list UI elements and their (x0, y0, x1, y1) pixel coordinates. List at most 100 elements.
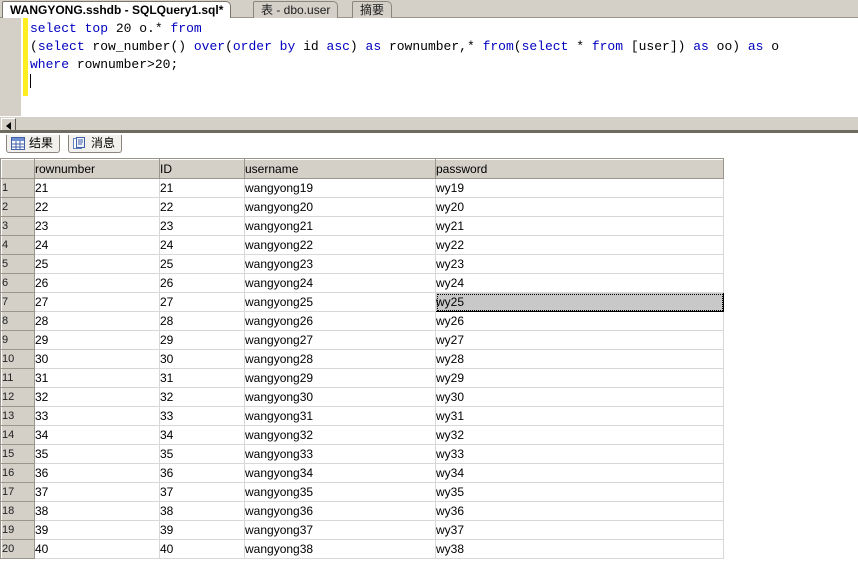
grid-corner-cell[interactable] (2, 160, 35, 179)
cell-username[interactable]: wangyong27 (245, 331, 436, 350)
table-row[interactable]: 123232wangyong30wy30 (2, 388, 724, 407)
row-header-cell[interactable]: 16 (2, 464, 35, 483)
cell-rownumber[interactable]: 36 (35, 464, 160, 483)
cell-id[interactable]: 25 (160, 255, 245, 274)
table-row[interactable]: 52525wangyong23wy23 (2, 255, 724, 274)
cell-username[interactable]: wangyong28 (245, 350, 436, 369)
cell-password[interactable]: wy31 (436, 407, 724, 426)
cell-id[interactable]: 36 (160, 464, 245, 483)
cell-id[interactable]: 31 (160, 369, 245, 388)
cell-username[interactable]: wangyong37 (245, 521, 436, 540)
cell-username[interactable]: wangyong30 (245, 388, 436, 407)
cell-password[interactable]: wy20 (436, 198, 724, 217)
table-row[interactable]: 103030wangyong28wy28 (2, 350, 724, 369)
cell-username[interactable]: wangyong19 (245, 179, 436, 198)
row-header-cell[interactable]: 9 (2, 331, 35, 350)
tab-sqlquery1-sql[interactable]: WANGYONG.sshdb - SQLQuery1.sql* (2, 1, 231, 18)
cell-username[interactable]: wangyong23 (245, 255, 436, 274)
cell-rownumber[interactable]: 33 (35, 407, 160, 426)
cell-id[interactable]: 24 (160, 236, 245, 255)
cell-rownumber[interactable]: 28 (35, 312, 160, 331)
table-row[interactable]: 133333wangyong31wy31 (2, 407, 724, 426)
column-header-username[interactable]: username (245, 160, 436, 179)
cell-username[interactable]: wangyong34 (245, 464, 436, 483)
cell-id[interactable]: 26 (160, 274, 245, 293)
cell-id[interactable]: 23 (160, 217, 245, 236)
row-header-cell[interactable]: 14 (2, 426, 35, 445)
cell-rownumber[interactable]: 22 (35, 198, 160, 217)
table-row[interactable]: 92929wangyong27wy27 (2, 331, 724, 350)
cell-username[interactable]: wangyong36 (245, 502, 436, 521)
cell-id[interactable]: 21 (160, 179, 245, 198)
cell-id[interactable]: 38 (160, 502, 245, 521)
table-row[interactable]: 153535wangyong33wy33 (2, 445, 724, 464)
table-row[interactable]: 22222wangyong20wy20 (2, 198, 724, 217)
cell-rownumber[interactable]: 37 (35, 483, 160, 502)
cell-rownumber[interactable]: 25 (35, 255, 160, 274)
cell-username[interactable]: wangyong26 (245, 312, 436, 331)
cell-rownumber[interactable]: 26 (35, 274, 160, 293)
cell-id[interactable]: 30 (160, 350, 245, 369)
table-row[interactable]: 72727wangyong25wy25 (2, 293, 724, 312)
cell-username[interactable]: wangyong20 (245, 198, 436, 217)
cell-rownumber[interactable]: 24 (35, 236, 160, 255)
cell-id[interactable]: 29 (160, 331, 245, 350)
cell-password[interactable]: wy30 (436, 388, 724, 407)
tab-dbo-user-table[interactable]: 表 - dbo.user (253, 1, 338, 18)
tab-messages[interactable]: 消息 (68, 135, 122, 153)
cell-password[interactable]: wy36 (436, 502, 724, 521)
cell-password[interactable]: wy38 (436, 540, 724, 559)
row-header-cell[interactable]: 5 (2, 255, 35, 274)
cell-password[interactable]: wy32 (436, 426, 724, 445)
row-header-cell[interactable]: 15 (2, 445, 35, 464)
table-row[interactable]: 12121wangyong19wy19 (2, 179, 724, 198)
cell-rownumber[interactable]: 21 (35, 179, 160, 198)
table-row[interactable]: 143434wangyong32wy32 (2, 426, 724, 445)
table-row[interactable]: 62626wangyong24wy24 (2, 274, 724, 293)
cell-password[interactable]: wy26 (436, 312, 724, 331)
row-header-cell[interactable]: 12 (2, 388, 35, 407)
cell-username[interactable]: wangyong25 (245, 293, 436, 312)
cell-rownumber[interactable]: 30 (35, 350, 160, 369)
cell-username[interactable]: wangyong38 (245, 540, 436, 559)
cell-password[interactable]: wy37 (436, 521, 724, 540)
column-header-password[interactable]: password (436, 160, 724, 179)
table-row[interactable]: 82828wangyong26wy26 (2, 312, 724, 331)
sql-editor-pane[interactable]: select top 20 o.* from(select row_number… (0, 18, 858, 116)
table-row[interactable]: 113131wangyong29wy29 (2, 369, 724, 388)
row-header-cell[interactable]: 6 (2, 274, 35, 293)
cell-username[interactable]: wangyong24 (245, 274, 436, 293)
cell-id[interactable]: 28 (160, 312, 245, 331)
results-grid[interactable]: rownumber ID username password 12121wang… (0, 158, 724, 559)
cell-id[interactable]: 22 (160, 198, 245, 217)
cell-rownumber[interactable]: 23 (35, 217, 160, 236)
row-header-cell[interactable]: 4 (2, 236, 35, 255)
row-header-cell[interactable]: 17 (2, 483, 35, 502)
cell-password[interactable]: wy22 (436, 236, 724, 255)
table-row[interactable]: 204040wangyong38wy38 (2, 540, 724, 559)
cell-rownumber[interactable]: 27 (35, 293, 160, 312)
column-header-id[interactable]: ID (160, 160, 245, 179)
table-row[interactable]: 183838wangyong36wy36 (2, 502, 724, 521)
row-header-cell[interactable]: 7 (2, 293, 35, 312)
tab-summary[interactable]: 摘要 (352, 1, 392, 18)
cell-username[interactable]: wangyong35 (245, 483, 436, 502)
cell-id[interactable]: 37 (160, 483, 245, 502)
cell-password[interactable]: wy34 (436, 464, 724, 483)
cell-rownumber[interactable]: 34 (35, 426, 160, 445)
cell-password[interactable]: wy19 (436, 179, 724, 198)
cell-username[interactable]: wangyong33 (245, 445, 436, 464)
cell-password[interactable]: wy27 (436, 331, 724, 350)
cell-rownumber[interactable]: 39 (35, 521, 160, 540)
cell-password[interactable]: wy33 (436, 445, 724, 464)
table-row[interactable]: 193939wangyong37wy37 (2, 521, 724, 540)
cell-password[interactable]: wy23 (436, 255, 724, 274)
table-row[interactable]: 163636wangyong34wy34 (2, 464, 724, 483)
cell-id[interactable]: 35 (160, 445, 245, 464)
cell-username[interactable]: wangyong31 (245, 407, 436, 426)
cell-id[interactable]: 34 (160, 426, 245, 445)
cell-password[interactable]: wy24 (436, 274, 724, 293)
row-header-cell[interactable]: 11 (2, 369, 35, 388)
tab-results[interactable]: 结果 (6, 135, 60, 153)
cell-id[interactable]: 27 (160, 293, 245, 312)
